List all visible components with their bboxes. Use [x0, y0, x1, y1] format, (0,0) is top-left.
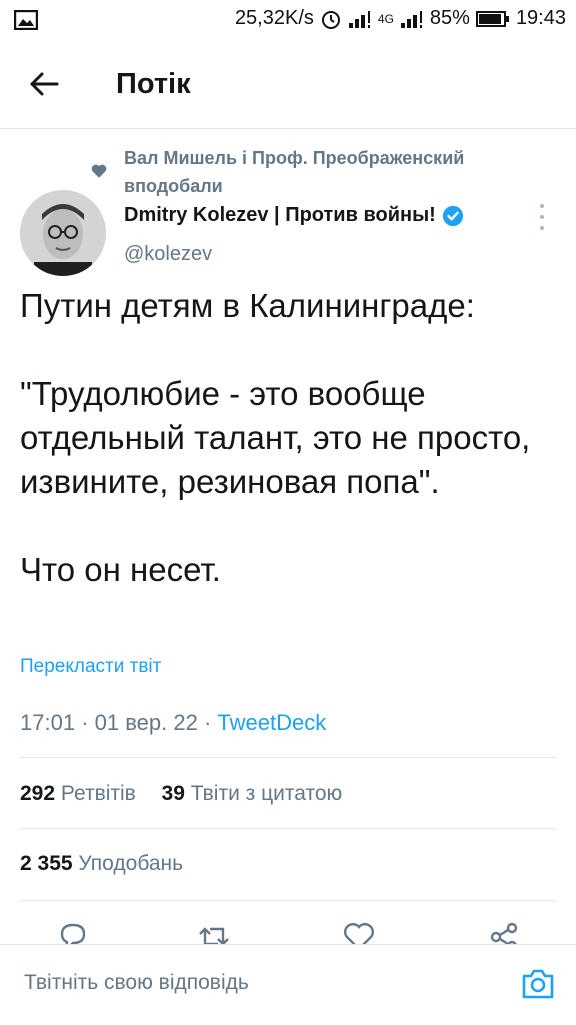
- author-name-text: Dmitry Kolezev | Против войны!: [124, 204, 436, 226]
- verified-badge-icon: [442, 205, 463, 226]
- battery-icon: [475, 10, 510, 28]
- author-name[interactable]: Dmitry Kolezev | Против войны!: [124, 204, 464, 227]
- tweet-paragraph: Что он несет.: [20, 551, 221, 588]
- status-bar: 25,32K/s 4G 85% 19:43: [0, 0, 576, 38]
- liked-by-text[interactable]: Вал Мишель і Проф. Преображенский вподоб…: [124, 144, 524, 200]
- translate-tweet-link[interactable]: Перекласти твіт: [20, 656, 161, 678]
- divider: [20, 757, 556, 758]
- tweet-meta: 17:01 · 01 вер. 22 · TweetDeck: [20, 710, 326, 736]
- alarm-icon: [320, 8, 342, 30]
- tweet-source-link[interactable]: TweetDeck: [217, 710, 326, 735]
- reply-input[interactable]: Твітніть свою відповідь: [24, 971, 249, 995]
- reply-icon: [60, 923, 86, 944]
- more-dot-icon: [540, 226, 544, 230]
- heart-icon: [90, 162, 108, 185]
- camera-icon: [522, 969, 554, 999]
- quotes-label: Твіти з цитатою: [190, 782, 343, 805]
- retweets-label: Ретвітів: [60, 782, 136, 805]
- arrow-left-icon: [30, 72, 59, 96]
- meta-separator: ·: [81, 710, 95, 735]
- tweet-actions: [0, 920, 576, 944]
- tweet-date: 01 вер. 22: [94, 710, 198, 735]
- heart-outline-icon: [344, 923, 374, 944]
- battery-level: 85%: [429, 7, 470, 29]
- author-handle[interactable]: @kolezev: [124, 243, 212, 266]
- retweets-count: 292: [20, 782, 56, 805]
- gallery-notification-icon: [13, 9, 39, 35]
- network-speed: 25,32K/s: [234, 7, 314, 29]
- tweet-paragraph: "Трудолюбие - это вообще отдельный талан…: [20, 375, 540, 500]
- retweet-icon: [199, 927, 229, 944]
- share-button[interactable]: [488, 920, 522, 944]
- app-header: Потік: [0, 38, 576, 129]
- tweet-time: 17:01: [20, 710, 76, 735]
- retweet-stats-row: 292 Ретвітів 39 Твіти з цитатою: [20, 782, 342, 806]
- likes-label: Уподобань: [78, 852, 184, 875]
- signal-icon-2: [400, 9, 424, 29]
- like-button[interactable]: [342, 920, 376, 944]
- likes-stats-row[interactable]: 2 355 Уподобань: [20, 852, 183, 876]
- quotes-count: 39: [161, 782, 185, 805]
- tweet-text: Путин детям в Калининграде: "Трудолюбие …: [20, 284, 560, 592]
- back-button[interactable]: [22, 64, 66, 104]
- page-title: Потік: [116, 68, 191, 100]
- avatar[interactable]: [20, 190, 106, 276]
- quotes-stat[interactable]: 39 Твіти з цитатою: [162, 782, 343, 805]
- camera-button[interactable]: [520, 967, 556, 1006]
- more-dot-icon: [540, 204, 544, 208]
- share-icon: [490, 922, 518, 944]
- more-options-button[interactable]: [532, 204, 552, 230]
- reply-button[interactable]: [56, 920, 90, 944]
- likes-count: 2 355: [20, 852, 73, 875]
- more-dot-icon: [540, 215, 544, 219]
- clock: 19:43: [515, 7, 566, 29]
- reply-bar: Твітніть свою відповідь: [0, 944, 576, 1025]
- divider: [20, 900, 556, 901]
- divider: [20, 828, 556, 829]
- network-type: 4G: [377, 11, 394, 26]
- tweet-paragraph: Путин детям в Калининграде:: [20, 287, 475, 324]
- signal-icon: [348, 9, 372, 29]
- retweet-button[interactable]: [196, 920, 232, 944]
- meta-separator: ·: [203, 710, 218, 735]
- retweets-stat[interactable]: 292 Ретвітів: [20, 782, 136, 805]
